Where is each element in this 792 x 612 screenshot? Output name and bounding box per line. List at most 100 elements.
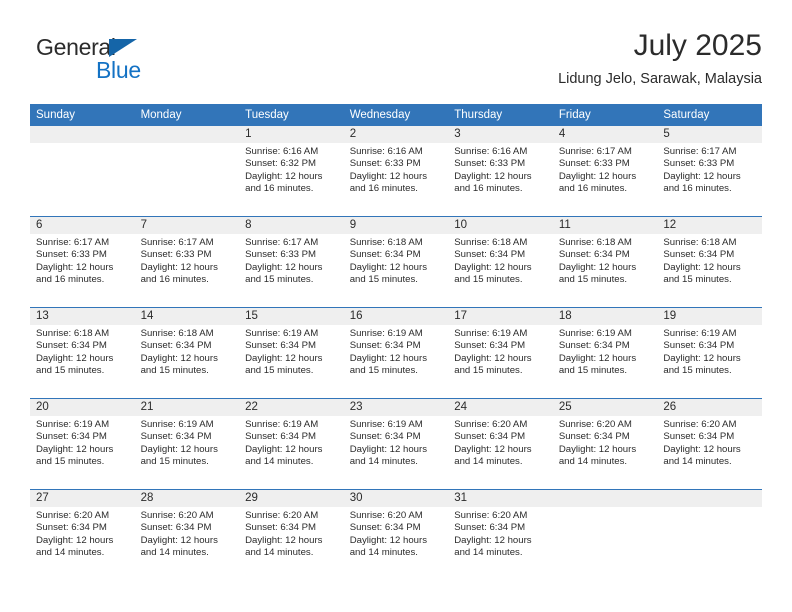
day-number	[30, 126, 135, 143]
day-number: 15	[239, 308, 344, 325]
week-row: 20 Sunrise: 6:19 AM Sunset: 6:34 PM Dayligh…	[30, 398, 762, 489]
day-details: Sunrise: 6:19 AM Sunset: 6:34 PM Daylight:…	[135, 416, 240, 469]
sunset-text: Sunset: 6:34 PM	[454, 522, 526, 534]
day-cell-29[interactable]: 29 Sunrise: 6:20 AM Sunset: 6:34 PM Dayligh…	[239, 490, 344, 580]
daylight-text: Daylight: 12 hours and 15 minutes.	[140, 443, 218, 468]
day-number: 13	[30, 308, 135, 325]
day-details: Sunrise: 6:20 AM Sunset: 6:34 PM Daylight:…	[30, 507, 135, 560]
day-cell-12[interactable]: 12 Sunrise: 6:18 AM Sunset: 6:34 PM Dayligh…	[657, 217, 762, 307]
day-details: Sunrise: 6:20 AM Sunset: 6:34 PM Daylight:…	[553, 416, 658, 469]
sunset-text: Sunset: 6:34 PM	[349, 340, 421, 352]
day-cell-21[interactable]: 21 Sunrise: 6:19 AM Sunset: 6:34 PM Dayligh…	[134, 399, 240, 489]
day-cell-23[interactable]: 23 Sunrise: 6:19 AM Sunset: 6:34 PM Dayligh…	[343, 399, 449, 489]
daylight-text: Daylight: 12 hours and 14 minutes.	[245, 443, 323, 468]
day-cell-27[interactable]: 27 Sunrise: 6:20 AM Sunset: 6:34 PM Dayligh…	[30, 490, 135, 580]
day-cell-16[interactable]: 16 Sunrise: 6:19 AM Sunset: 6:34 PM Dayligh…	[343, 308, 449, 398]
day-cell-13[interactable]: 13 Sunrise: 6:18 AM Sunset: 6:34 PM Dayligh…	[30, 308, 135, 398]
day-cell-5[interactable]: 5 Sunrise: 6:17 AM Sunset: 6:33 PM Daylight…	[657, 126, 762, 216]
sunset-text: Sunset: 6:34 PM	[36, 522, 107, 534]
day-details: Sunrise: 6:18 AM Sunset: 6:34 PM Daylight:…	[344, 234, 449, 287]
day-cell-17[interactable]: 17 Sunrise: 6:19 AM Sunset: 6:34 PM Dayligh…	[448, 308, 553, 398]
week-row: 27 Sunrise: 6:20 AM Sunset: 6:34 PM Dayligh…	[30, 489, 762, 580]
sunrise-text: Sunrise: 6:19 AM	[245, 419, 319, 430]
day-cell-30[interactable]: 30 Sunrise: 6:20 AM Sunset: 6:34 PM Dayligh…	[343, 490, 449, 580]
day-details: Sunrise: 6:20 AM Sunset: 6:34 PM Daylight:…	[657, 416, 762, 469]
sunset-text: Sunset: 6:34 PM	[454, 340, 526, 352]
day-number: 30	[343, 490, 449, 507]
day-details	[30, 143, 135, 146]
daylight-text: Daylight: 12 hours and 14 minutes.	[454, 443, 532, 468]
day-number: 24	[448, 399, 553, 416]
day-cell-18[interactable]: 18 Sunrise: 6:19 AM Sunset: 6:34 PM Dayligh…	[552, 308, 658, 398]
sunset-text: Sunset: 6:34 PM	[558, 249, 630, 261]
week-row: 13 Sunrise: 6:18 AM Sunset: 6:34 PM Dayligh…	[30, 307, 762, 398]
sunrise-text: Sunrise: 6:20 AM	[140, 510, 214, 521]
day-number: 6	[30, 217, 135, 234]
day-cell-20[interactable]: 20 Sunrise: 6:19 AM Sunset: 6:34 PM Dayligh…	[30, 399, 135, 489]
day-cell-empty	[552, 490, 658, 580]
day-cell-24[interactable]: 24 Sunrise: 6:20 AM Sunset: 6:34 PM Dayligh…	[448, 399, 553, 489]
day-cell-15[interactable]: 15 Sunrise: 6:19 AM Sunset: 6:34 PM Dayligh…	[239, 308, 344, 398]
sunrise-text: Sunrise: 6:17 AM	[245, 237, 319, 248]
day-details	[553, 507, 658, 510]
sunrise-text: Sunrise: 6:20 AM	[349, 510, 423, 521]
day-cell-19[interactable]: 19 Sunrise: 6:19 AM Sunset: 6:34 PM Dayligh…	[657, 308, 762, 398]
sunset-text: Sunset: 6:34 PM	[663, 249, 735, 261]
day-details: Sunrise: 6:19 AM Sunset: 6:34 PM Daylight:…	[657, 325, 762, 378]
sunset-text: Sunset: 6:34 PM	[663, 340, 735, 352]
general-blue-logo[interactable]: General Blue	[36, 34, 176, 90]
day-cell-31[interactable]: 31 Sunrise: 6:20 AM Sunset: 6:34 PM Dayligh…	[448, 490, 553, 580]
day-details: Sunrise: 6:19 AM Sunset: 6:34 PM Daylight:…	[344, 416, 449, 469]
day-cell-empty	[134, 126, 240, 216]
calendar-page: General Blue July 2025 Lidung Jelo, Sara…	[0, 0, 792, 612]
sunset-text: Sunset: 6:34 PM	[663, 431, 735, 443]
day-cell-11[interactable]: 11 Sunrise: 6:18 AM Sunset: 6:34 PM Dayligh…	[552, 217, 658, 307]
weekday-header-sunday: Sunday	[36, 109, 76, 121]
day-number: 31	[448, 490, 553, 507]
day-cell-1[interactable]: 1 Sunrise: 6:16 AM Sunset: 6:32 PM Daylight…	[239, 126, 344, 216]
weekday-header-friday: Friday	[558, 109, 591, 121]
day-details: Sunrise: 6:17 AM Sunset: 6:33 PM Daylight:…	[553, 143, 658, 196]
day-cell-8[interactable]: 8 Sunrise: 6:17 AM Sunset: 6:33 PM Daylight…	[239, 217, 344, 307]
day-details: Sunrise: 6:19 AM Sunset: 6:34 PM Daylight:…	[344, 325, 449, 378]
sunrise-text: Sunrise: 6:20 AM	[454, 419, 528, 430]
daylight-text: Daylight: 12 hours and 14 minutes.	[663, 443, 741, 468]
day-details: Sunrise: 6:16 AM Sunset: 6:33 PM Daylight:…	[448, 143, 553, 196]
day-cell-10[interactable]: 10 Sunrise: 6:18 AM Sunset: 6:34 PM Dayligh…	[448, 217, 553, 307]
daylight-text: Daylight: 12 hours and 14 minutes.	[140, 534, 218, 559]
day-cell-3[interactable]: 3 Sunrise: 6:16 AM Sunset: 6:33 PM Daylight…	[448, 126, 553, 216]
day-details: Sunrise: 6:19 AM Sunset: 6:34 PM Daylight:…	[553, 325, 658, 378]
day-number: 2	[343, 126, 449, 143]
day-number	[552, 490, 658, 507]
sunrise-text: Sunrise: 6:20 AM	[245, 510, 319, 521]
sunset-text: Sunset: 6:34 PM	[245, 340, 317, 352]
day-cell-26[interactable]: 26 Sunrise: 6:20 AM Sunset: 6:34 PM Dayligh…	[657, 399, 762, 489]
sunrise-text: Sunrise: 6:18 AM	[36, 328, 110, 339]
sunset-text: Sunset: 6:34 PM	[245, 522, 317, 534]
day-details: Sunrise: 6:18 AM Sunset: 6:34 PM Daylight:…	[135, 325, 240, 378]
day-details: Sunrise: 6:17 AM Sunset: 6:33 PM Daylight:…	[657, 143, 762, 196]
day-cell-9[interactable]: 9 Sunrise: 6:18 AM Sunset: 6:34 PM Daylight…	[343, 217, 449, 307]
day-cell-empty	[657, 490, 762, 580]
day-cell-4[interactable]: 4 Sunrise: 6:17 AM Sunset: 6:33 PM Daylight…	[552, 126, 658, 216]
daylight-text: Daylight: 12 hours and 15 minutes.	[36, 443, 114, 468]
day-cell-2[interactable]: 2 Sunrise: 6:16 AM Sunset: 6:33 PM Daylight…	[343, 126, 449, 216]
day-number: 18	[552, 308, 658, 325]
sunset-text: Sunset: 6:33 PM	[140, 249, 212, 261]
day-cell-25[interactable]: 25 Sunrise: 6:20 AM Sunset: 6:34 PM Dayligh…	[552, 399, 658, 489]
page-subtitle: Lidung Jelo, Sarawak, Malaysia	[558, 71, 762, 87]
day-cell-28[interactable]: 28 Sunrise: 6:20 AM Sunset: 6:34 PM Dayligh…	[134, 490, 240, 580]
day-details: Sunrise: 6:17 AM Sunset: 6:33 PM Daylight:…	[30, 234, 135, 287]
day-details: Sunrise: 6:19 AM Sunset: 6:34 PM Daylight:…	[239, 416, 344, 469]
sunset-text: Sunset: 6:34 PM	[36, 431, 107, 443]
week-row: 1 Sunrise: 6:16 AM Sunset: 6:32 PM Daylight…	[30, 126, 762, 216]
day-cell-6[interactable]: 6 Sunrise: 6:17 AM Sunset: 6:33 PM Daylight…	[30, 217, 135, 307]
daylight-text: Daylight: 12 hours and 14 minutes.	[245, 534, 323, 559]
day-number: 28	[134, 490, 240, 507]
sunrise-text: Sunrise: 6:19 AM	[349, 328, 423, 339]
day-cell-14[interactable]: 14 Sunrise: 6:18 AM Sunset: 6:34 PM Dayligh…	[134, 308, 240, 398]
day-cell-22[interactable]: 22 Sunrise: 6:19 AM Sunset: 6:34 PM Dayligh…	[239, 399, 344, 489]
sunrise-text: Sunrise: 6:19 AM	[245, 328, 319, 339]
day-number: 9	[343, 217, 449, 234]
day-cell-7[interactable]: 7 Sunrise: 6:17 AM Sunset: 6:33 PM Daylight…	[134, 217, 240, 307]
